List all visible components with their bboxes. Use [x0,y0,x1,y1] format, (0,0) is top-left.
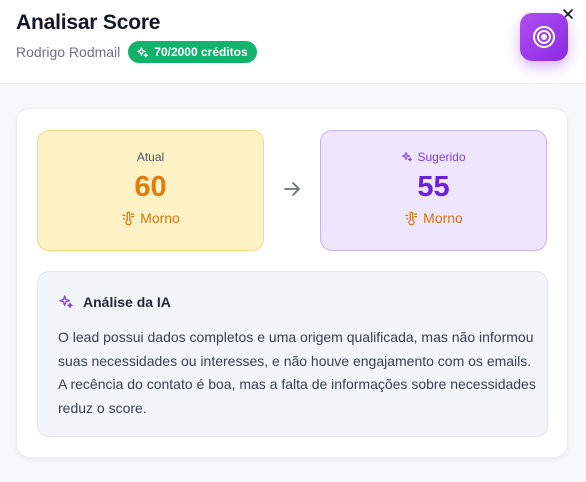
page-title: Analisar Score [16,11,161,34]
header-subline: Rodrigo Rodmail 70/2000 créditos [16,41,257,63]
target-button[interactable] [520,13,568,61]
user-name: Rodrigo Rodmail [16,44,121,60]
credits-badge: 70/2000 créditos [128,41,257,63]
ai-analysis-text: O lead possui dados completos e uma orig… [58,329,536,416]
ai-analysis-panel: Análise da IA O lead possui dados comple… [37,271,548,437]
current-score-value: 60 [134,171,167,203]
modal-header: Analisar Score Rodrigo Rodmail 70/2000 c… [0,0,586,84]
current-score-box: Atual 60 Morno [37,130,264,251]
thermometer-icon [121,211,136,226]
ai-analysis-title: Análise da IA [83,294,171,310]
sparkles-icon [401,151,413,163]
current-temperature: Morno [121,210,180,226]
suggested-score-value: 55 [417,171,450,203]
suggested-temperature: Morno [404,210,463,226]
current-score-label: Atual [136,150,165,164]
suggested-score-label: Sugerido [401,150,466,164]
credits-label: 70/2000 créditos [154,45,248,59]
target-icon [531,24,557,50]
suggested-score-box: Sugerido 55 Morno [320,130,547,251]
suggested-temperature-label: Morno [423,210,463,226]
sparkles-icon [136,46,149,59]
current-temperature-label: Morno [140,210,180,226]
score-card: Atual 60 Morno Sugerido 55 Morno Análise… [16,108,568,458]
arrow-right-icon [283,180,301,198]
sparkles-icon [58,294,74,310]
thermometer-icon [404,211,419,226]
ai-analysis-header: Análise da IA [58,294,171,310]
